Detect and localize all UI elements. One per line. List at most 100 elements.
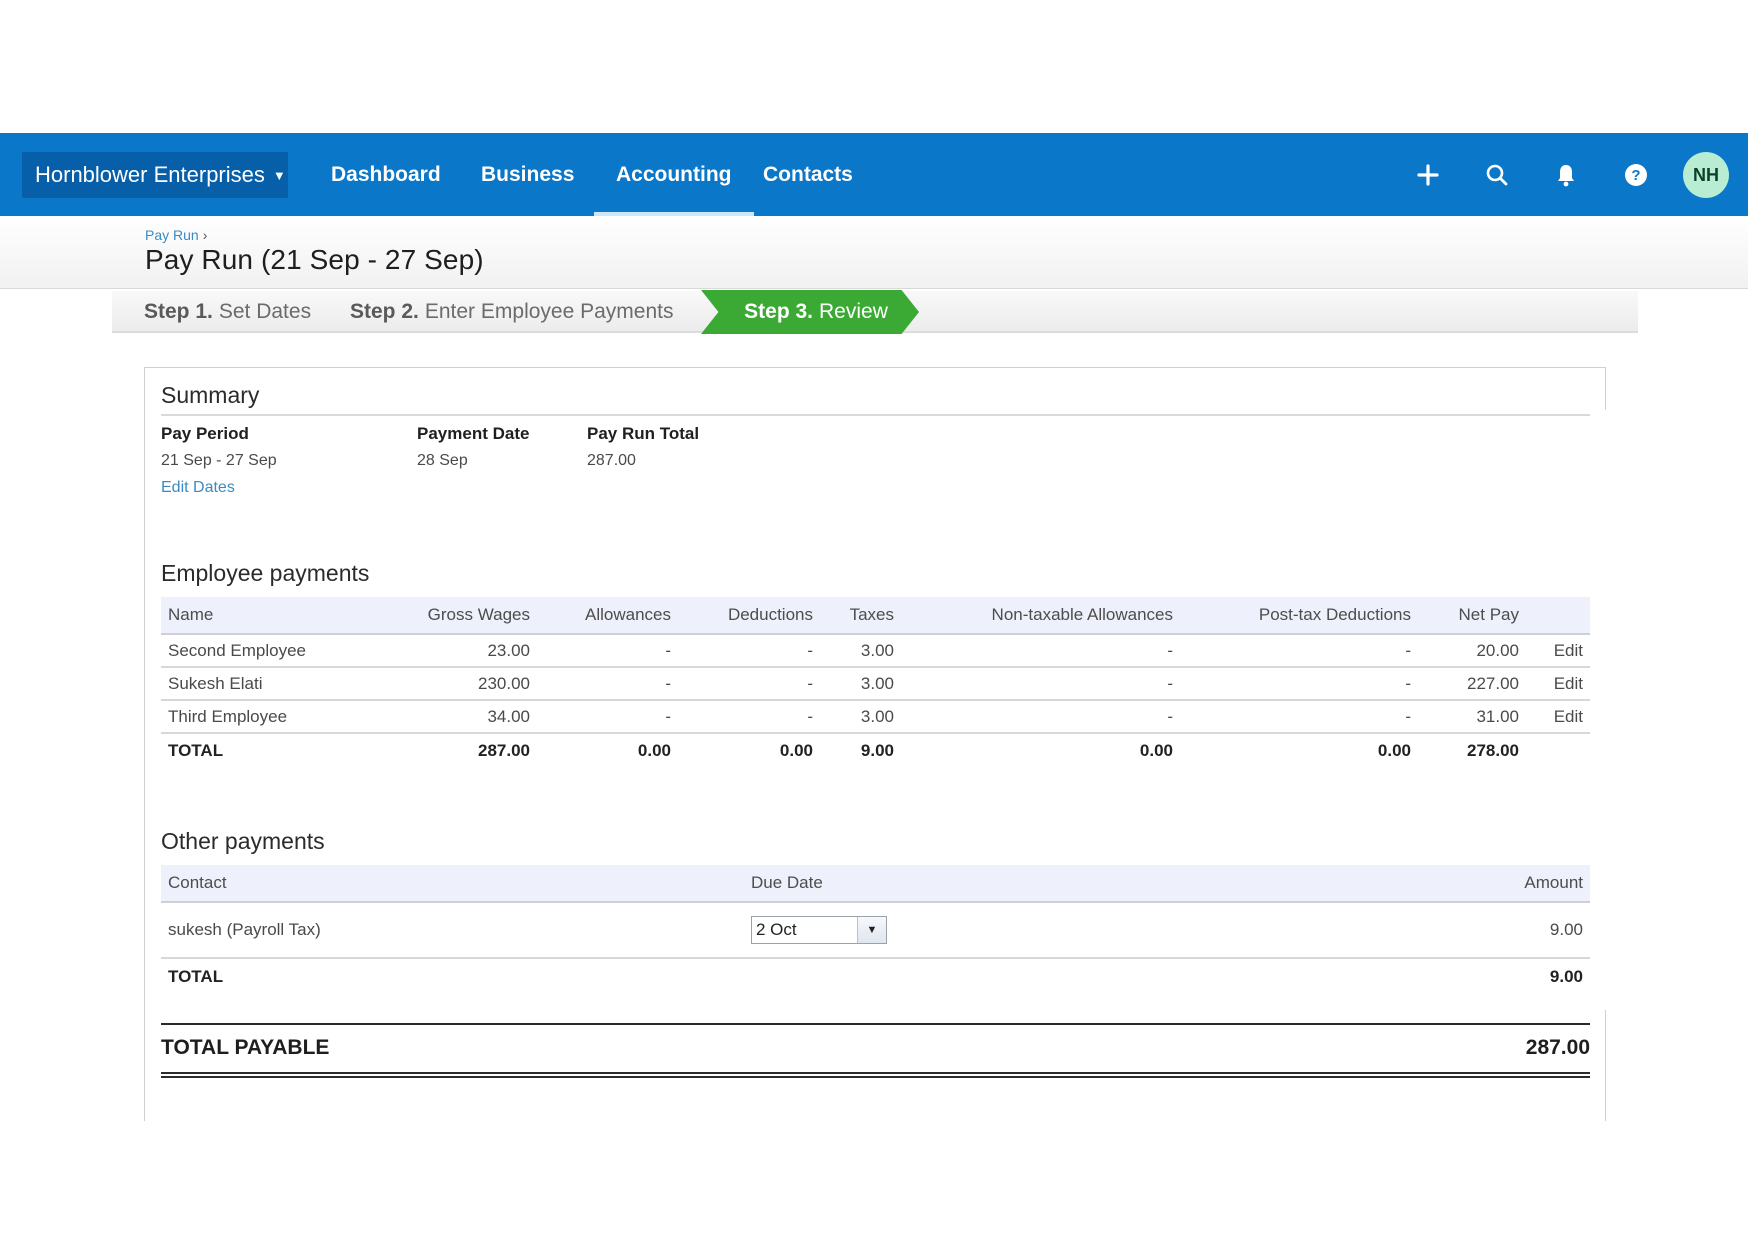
net-pay: 20.00: [1418, 634, 1526, 668]
contact-name: sukesh (Payroll Tax): [161, 902, 744, 959]
col-deductions: Deductions: [678, 597, 820, 635]
plus-icon[interactable]: [1408, 155, 1448, 195]
gross-wages: 230.00: [361, 667, 537, 701]
net-pay: 227.00: [1418, 667, 1526, 701]
total-label: TOTAL: [168, 740, 224, 760]
pay-run-total-value: 287.00: [587, 452, 636, 469]
svg-text:?: ?: [1631, 167, 1640, 184]
employee-name: Third Employee: [161, 700, 361, 734]
help-icon[interactable]: ?: [1616, 155, 1656, 195]
due-date-cell: 2 Oct ▼: [744, 902, 1344, 959]
gross-wages: 23.00: [361, 634, 537, 668]
nontaxable-allowances: -: [901, 700, 1180, 734]
total-row: TOTAL 287.00 0.00 0.00 9.00 0.00 0.00 27…: [161, 733, 1590, 767]
taxes: 3.00: [820, 667, 901, 701]
caret-down-icon: ▼: [272, 167, 286, 183]
edit-employee-link[interactable]: Edit: [1526, 700, 1590, 734]
nav-dashboard[interactable]: Dashboard: [331, 133, 441, 216]
deductions: -: [678, 667, 820, 701]
total-payable-double-rule: [161, 1072, 1590, 1074]
nontaxable-allowances: -: [901, 667, 1180, 701]
edit-dates-link[interactable]: Edit Dates: [161, 479, 235, 497]
chevron-down-icon[interactable]: ▼: [857, 917, 886, 943]
total-net-pay: 278.00: [1467, 740, 1519, 760]
step-label: Review: [819, 300, 888, 323]
pay-run-total-label: Pay Run Total: [587, 424, 700, 443]
col-posttax-deductions: Post-tax Deductions: [1180, 597, 1418, 635]
step-number: Step 3.: [744, 300, 813, 323]
table-row: Third Employee 34.00 - - 3.00 - - 31.00 …: [161, 700, 1590, 734]
col-taxes: Taxes: [820, 597, 901, 635]
deductions: -: [678, 700, 820, 734]
step-1-set-dates[interactable]: Step 1. Set Dates: [144, 291, 311, 333]
total-payable-value: 287.00: [1525, 1036, 1590, 1059]
total-row: TOTAL 9.00: [161, 958, 1590, 994]
gross-wages: 34.00: [361, 700, 537, 734]
total-taxes: 9.00: [860, 740, 894, 760]
col-net-pay: Net Pay: [1418, 597, 1526, 635]
col-amount: Amount: [1344, 865, 1590, 903]
nav-accounting[interactable]: Accounting: [594, 133, 753, 216]
breadcrumb: Pay Run ›: [145, 227, 207, 243]
pay-period-value: 21 Sep - 27 Sep: [161, 452, 277, 469]
table-row: Second Employee 23.00 - - 3.00 - - 20.00…: [161, 634, 1590, 668]
search-icon[interactable]: [1477, 155, 1517, 195]
step-label: Enter Employee Payments: [424, 300, 674, 323]
user-avatar[interactable]: NH: [1683, 152, 1729, 198]
due-date-select[interactable]: 2 Oct ▼: [751, 916, 887, 944]
bell-icon[interactable]: [1546, 155, 1586, 195]
total-amount: 9.00: [1549, 966, 1583, 986]
allowances: -: [537, 667, 678, 701]
total-nontaxable-allowances: 0.00: [1139, 740, 1173, 760]
allowances: -: [537, 634, 678, 668]
taxes: 3.00: [820, 634, 901, 668]
edit-employee-link[interactable]: Edit: [1526, 634, 1590, 668]
total-empty: [744, 958, 1344, 994]
org-name: Hornblower Enterprises: [35, 162, 265, 187]
posttax-deductions: -: [1180, 634, 1418, 668]
total-payable-top-rule: [161, 1023, 1590, 1025]
wizard-steps: Step 1. Set Dates Step 2. Enter Employee P…: [112, 290, 1638, 334]
table-header-row: Name Gross Wages Allowances Deductions T…: [161, 597, 1590, 635]
employee-payments-title: Employee payments: [161, 560, 370, 586]
table-row: Sukesh Elati 230.00 - - 3.00 - - 227.00 …: [161, 667, 1590, 701]
step-3-review[interactable]: Step 3. Review: [701, 290, 919, 334]
step-number: Step 2.: [350, 300, 419, 323]
total-action-empty: [1526, 733, 1590, 767]
table-row: sukesh (Payroll Tax) 2 Oct ▼ 9.00: [161, 902, 1590, 959]
summary-divider: [161, 414, 1590, 416]
step-2-enter-payments[interactable]: Step 2. Enter Employee Payments: [350, 291, 673, 333]
breadcrumb-pay-run[interactable]: Pay Run: [145, 227, 199, 243]
total-deductions: 0.00: [779, 740, 813, 760]
step-label: Set Dates: [218, 300, 312, 323]
employee-name: Second Employee: [161, 634, 361, 668]
payment-date-value: 28 Sep: [417, 452, 468, 469]
edit-employee-link[interactable]: Edit: [1526, 667, 1590, 701]
col-allowances: Allowances: [537, 597, 678, 635]
payment-date-label: Payment Date: [417, 424, 530, 443]
total-label: TOTAL: [168, 966, 224, 986]
card-edge-gap: [1595, 410, 1625, 1010]
total-gross-wages: 287.00: [478, 740, 530, 760]
top-nav-bar: Hornblower Enterprises ▼ Dashboard Busin…: [0, 133, 1748, 216]
pay-period-label: Pay Period: [161, 424, 249, 443]
table-header-row: Contact Due Date Amount: [161, 865, 1590, 903]
org-switcher-button[interactable]: Hornblower Enterprises ▼: [22, 152, 288, 198]
col-contact: Contact: [161, 865, 744, 903]
posttax-deductions: -: [1180, 700, 1418, 734]
taxes: 3.00: [820, 700, 901, 734]
employee-name: Sukesh Elati: [161, 667, 361, 701]
total-payable-label: TOTAL PAYABLE: [161, 1036, 330, 1059]
employee-payments-table: Name Gross Wages Allowances Deductions T…: [161, 597, 1590, 767]
page-title: Pay Run (21 Sep - 27 Sep): [145, 244, 484, 275]
net-pay: 31.00: [1418, 700, 1526, 734]
other-payments-title: Other payments: [161, 828, 325, 854]
summary-title: Summary: [161, 382, 260, 408]
deductions: -: [678, 634, 820, 668]
allowances: -: [537, 700, 678, 734]
nav-business[interactable]: Business: [481, 133, 574, 216]
other-payments-table: Contact Due Date Amount sukesh (Payroll …: [161, 865, 1590, 994]
total-posttax-deductions: 0.00: [1377, 740, 1411, 760]
step-number: Step 1.: [144, 300, 213, 323]
nav-contacts[interactable]: Contacts: [763, 133, 853, 216]
